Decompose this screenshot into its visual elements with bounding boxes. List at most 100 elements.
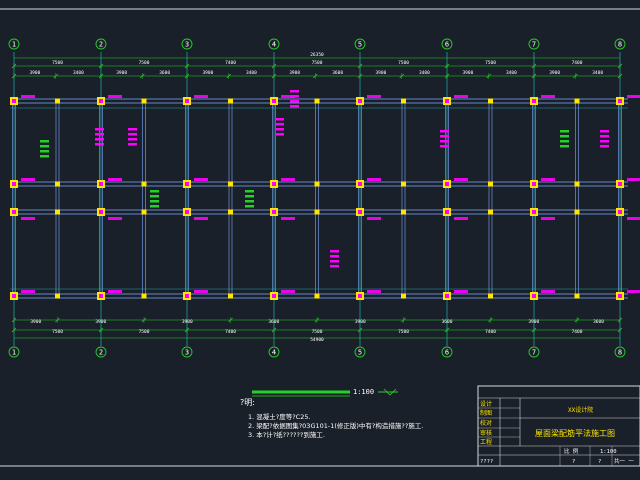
axis-label-bottom-7: 7 [532,349,536,357]
anno-mark-0 [21,95,35,98]
note-2: 2. 梁配?依据图集?03G101-1(修正版)中有?构造措施??施工. [248,421,423,430]
tb-company: XX设计院 [568,406,593,414]
column-core-3-8 [358,294,362,298]
dim-top-main-label-0: 7500 [52,60,63,66]
anno-stack-6-0 [245,190,254,193]
drawing-background [0,0,640,480]
column-1-3 [141,181,147,187]
anno-stack-10-2 [600,140,609,143]
column-1-13 [574,181,580,187]
column-2-11 [488,209,493,215]
column-core-1-8 [358,182,362,186]
dim-top-sub-label-2: 3900 [116,70,127,76]
axis-label-top-3: 3 [185,41,189,49]
anno-mark-17 [367,178,381,181]
anno-stack-1-1 [95,133,104,136]
dim-top-sub-label-13: 3400 [592,70,603,76]
column-1-11 [488,181,493,187]
anno-stack-0-1 [40,145,49,148]
column-core-1-6 [272,182,276,186]
anno-mark-6 [108,217,122,220]
tb-scale-label: 比 例 [564,447,579,455]
column-core-3-2 [99,294,103,298]
dim-top-sub-label-8: 3900 [375,70,386,76]
dim-bot-sub-label-0: 3900 [30,319,41,325]
dim-top-sub-label-11: 3400 [506,70,517,76]
column-0-9 [401,98,406,104]
column-core-3-4 [185,294,189,298]
anno-mark-29 [627,178,640,181]
column-core-0-2 [99,99,103,103]
tb-row-5: 工程 [480,438,492,446]
axis-label-top-2: 2 [99,41,103,49]
column-2-5 [228,209,233,215]
anno-stack-7-3 [330,265,339,268]
axis-label-top-8: 8 [618,41,622,49]
anno-stack-5-3 [290,105,299,108]
column-core-2-2 [99,210,103,214]
dim-bot-sub-label-4: 3900 [355,319,366,325]
column-2-9 [401,209,406,215]
dim-top-main-label-2: 7400 [225,60,236,66]
anno-stack-8-0 [440,130,449,133]
dim-bot-main-label-0: 7500 [52,329,63,335]
anno-mark-30 [627,217,640,220]
axis-label-top-4: 4 [272,41,276,49]
anno-mark-26 [541,217,555,220]
column-1-9 [401,181,406,187]
column-0-3 [141,98,147,104]
column-core-0-8 [358,99,362,103]
tb-footer-end: 共一 一 [614,457,634,465]
note-1: 1. 混凝土?度等?C25. [248,412,311,421]
anno-stack-2-1 [128,133,137,136]
dim-bot-sub-label-7: 3600 [593,319,604,325]
column-2-7 [314,209,320,215]
column-core-1-4 [185,182,189,186]
axis-label-top-6: 6 [445,41,449,49]
anno-mark-31 [627,290,640,293]
column-core-1-2 [99,182,103,186]
dim-top-main-label-5: 7500 [485,60,496,66]
anno-stack-3-3 [150,205,159,208]
anno-mark-24 [541,95,555,98]
column-core-1-0 [12,182,16,186]
axis-label-bottom-8: 8 [618,349,622,357]
column-core-3-12 [532,294,536,298]
anno-stack-8-2 [440,140,449,143]
anno-mark-11 [194,290,208,293]
anno-mark-21 [454,178,468,181]
anno-stack-9-2 [560,140,569,143]
column-3-13 [574,293,580,299]
anno-mark-20 [454,95,468,98]
tb-row-1: 设计 [480,400,492,408]
anno-stack-1-2 [95,138,104,141]
anno-stack-7-1 [330,255,339,258]
anno-mark-14 [281,217,295,220]
column-core-0-14 [618,99,622,103]
column-core-2-8 [358,210,362,214]
anno-mark-9 [194,178,208,181]
anno-stack-4-3 [275,133,284,136]
column-core-0-10 [445,99,449,103]
dim-top-sub-label-3: 3600 [159,70,170,76]
anno-mark-5 [108,178,122,181]
tb-drawing-title: 屋面梁配筋平法施工图 [535,428,615,438]
anno-stack-9-0 [560,130,569,133]
tb-row-4: 审核 [480,429,492,437]
column-2-1 [55,209,60,215]
anno-mark-4 [108,95,122,98]
dim-top-sub-label-0: 3900 [29,70,40,76]
anno-mark-13 [281,178,295,181]
anno-mark-22 [454,217,468,220]
anno-stack-0-3 [40,155,49,158]
column-3-11 [488,293,493,299]
anno-mark-19 [367,290,381,293]
column-core-2-12 [532,210,536,214]
column-core-1-14 [618,182,622,186]
anno-stack-4-0 [275,118,284,121]
tb-footer-right: ? [598,459,601,465]
column-core-3-10 [445,294,449,298]
column-core-1-10 [445,182,449,186]
anno-mark-1 [21,178,35,181]
column-3-7 [314,293,320,299]
